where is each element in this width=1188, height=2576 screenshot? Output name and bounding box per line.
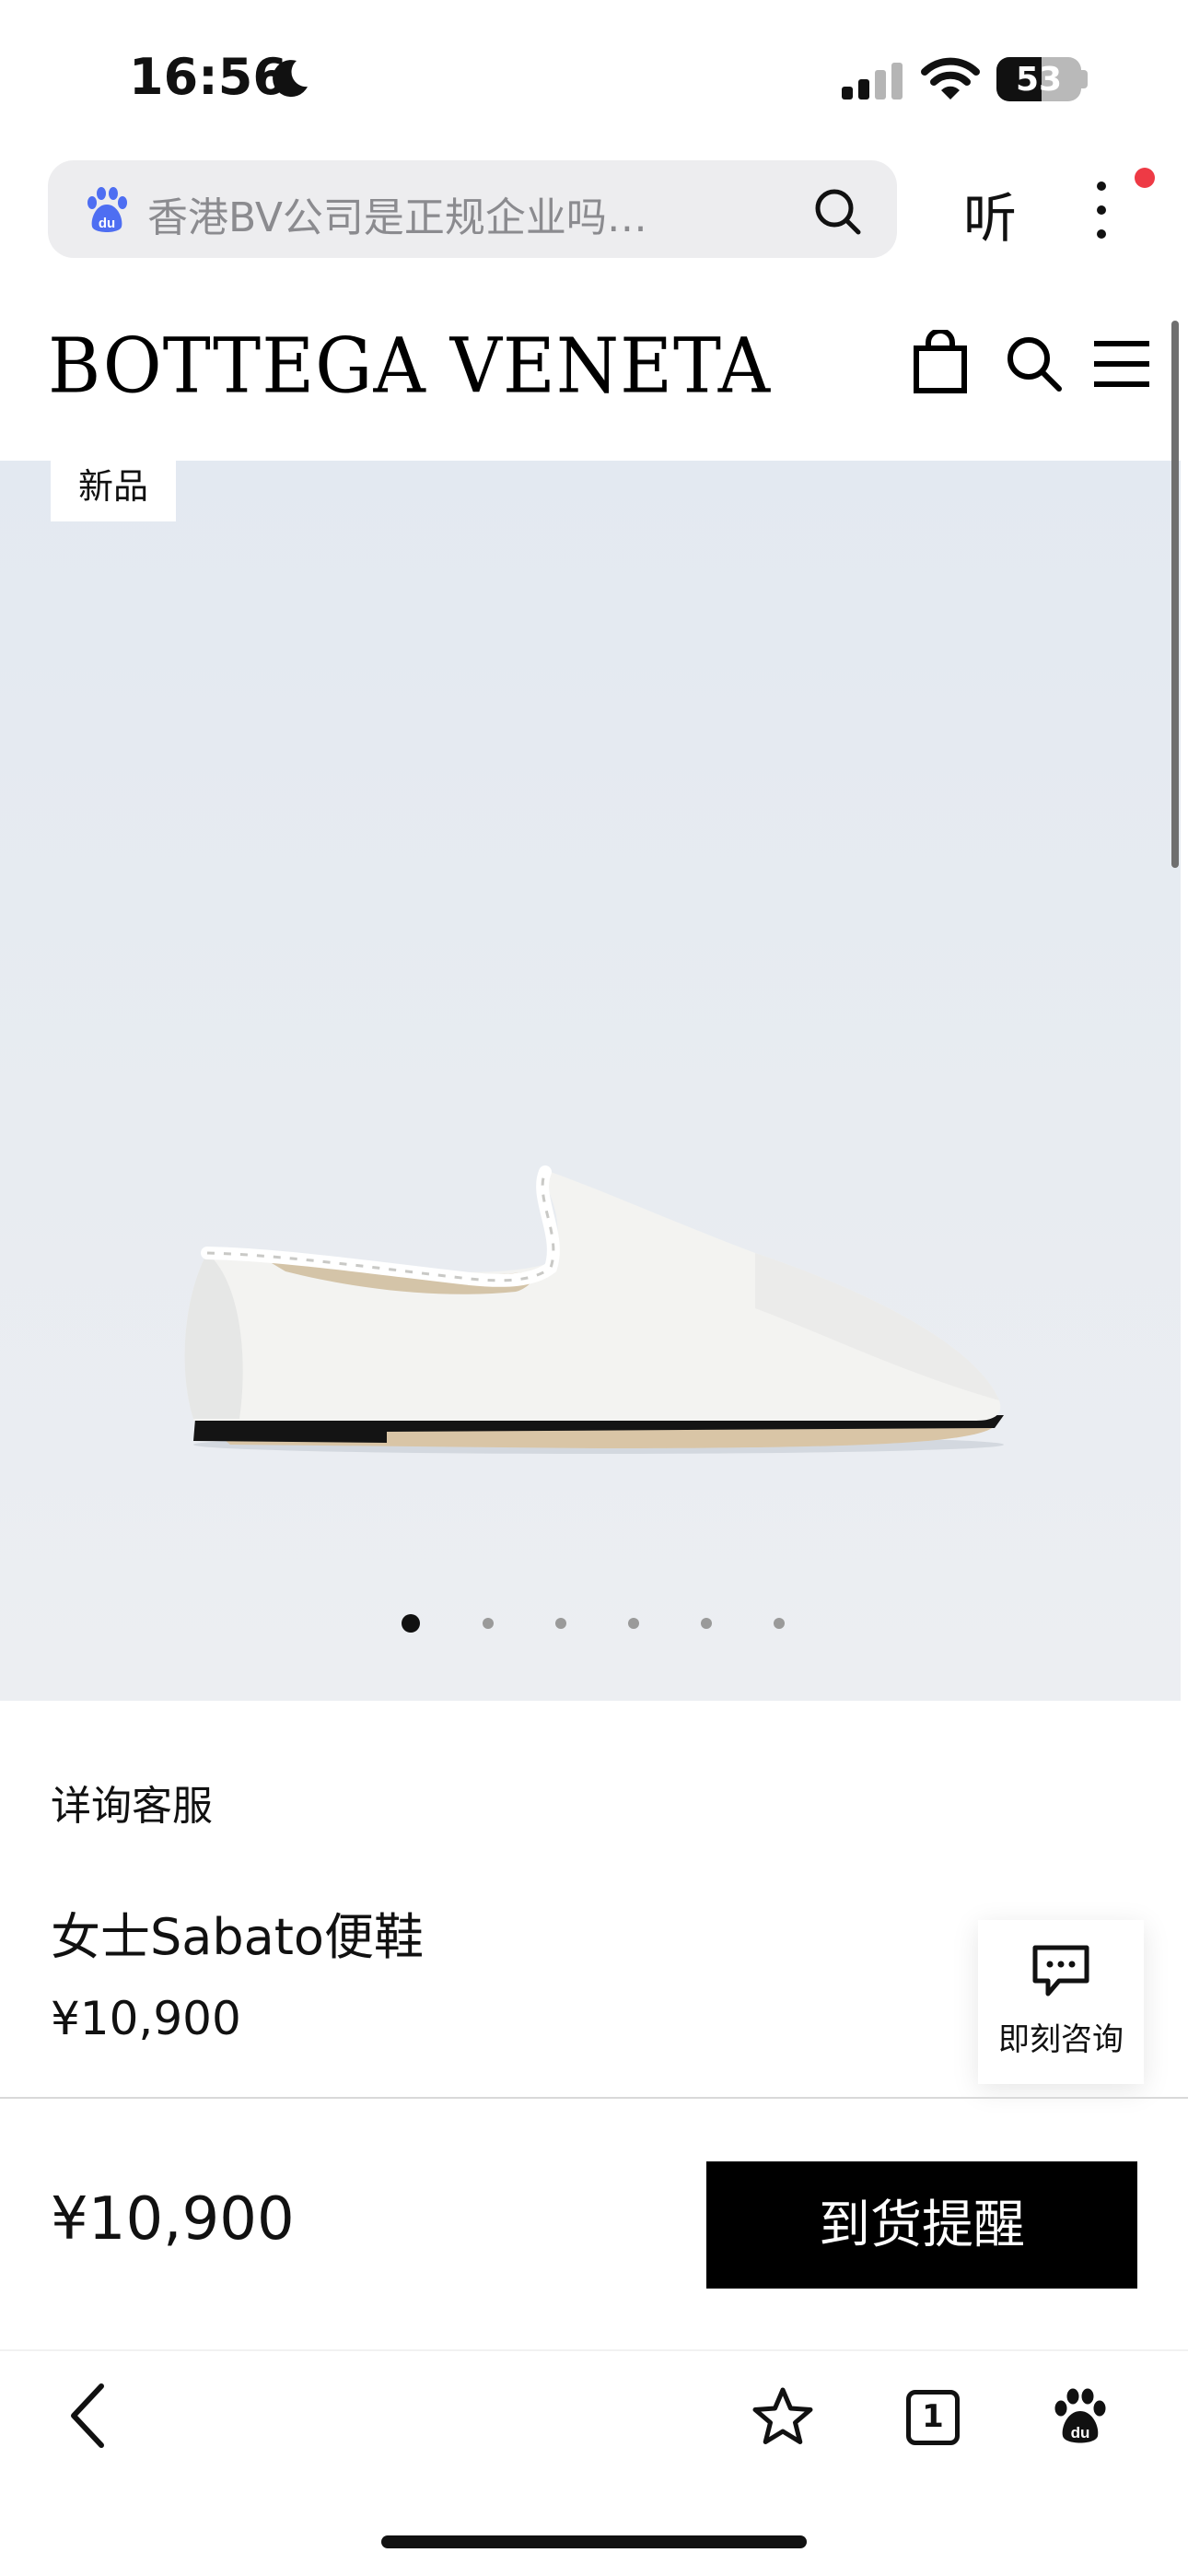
wifi-icon [921,57,980,100]
bookmark-star-icon[interactable] [750,2384,816,2451]
restock-notify-button[interactable]: 到货提醒 [706,2161,1137,2289]
pager-dot-5[interactable] [701,1618,712,1629]
svg-text:du: du [1071,2424,1090,2441]
status-time: 16:56 [129,48,287,106]
divider [0,2097,1188,2099]
product-price: ¥10,900 [51,1992,241,2045]
hamburger-menu-icon[interactable] [1092,337,1151,391]
site-search-icon[interactable] [1004,334,1063,392]
moon-icon [273,60,308,98]
product-name: 女士Sabato便鞋 [51,1908,424,1966]
product-image-carousel[interactable] [0,461,1181,1701]
svg-text:du: du [99,216,115,231]
battery-level: 53 [1015,61,1063,99]
pager-dot-3[interactable] [555,1618,566,1629]
instant-consult-label: 即刻咨询 [998,2021,1124,2058]
baidu-paw-icon: du [87,187,127,232]
image-pagination[interactable] [0,1614,1181,1633]
cellular-signal-icon [842,63,903,100]
pager-dot-4[interactable] [628,1618,639,1629]
battery-icon: 53 [996,57,1081,101]
home-indicator[interactable] [381,2535,807,2548]
listen-button[interactable]: 听 [963,175,1017,252]
baidu-home-icon[interactable]: du [1050,2386,1111,2447]
back-arrow-icon[interactable] [64,2381,114,2451]
shopping-bag-icon[interactable] [912,330,969,394]
product-shoe-image[interactable] [166,1152,1013,1465]
page-scrollbar[interactable] [1171,321,1179,868]
more-options-icon[interactable] [1083,173,1120,247]
brand-logo[interactable]: BOTTEGA VENETA [48,322,771,410]
tab-count-button[interactable]: 1 [906,2390,960,2445]
search-icon[interactable] [810,184,864,238]
battery-tip [1081,70,1088,88]
search-query-text[interactable]: 香港BV公司是正规企业吗… [147,184,647,243]
toolbar-divider [0,2349,1188,2351]
new-badge: 新品 [51,457,176,521]
chat-bubble-icon [1032,1945,1089,1996]
consult-service-link[interactable]: 详询客服 [51,1773,213,1832]
pager-dot-1[interactable] [402,1614,420,1633]
bottom-bar-price: ¥10,900 [51,2185,295,2254]
pager-dot-2[interactable] [483,1618,494,1629]
notification-dot [1135,168,1155,188]
pager-dot-6[interactable] [774,1618,785,1629]
